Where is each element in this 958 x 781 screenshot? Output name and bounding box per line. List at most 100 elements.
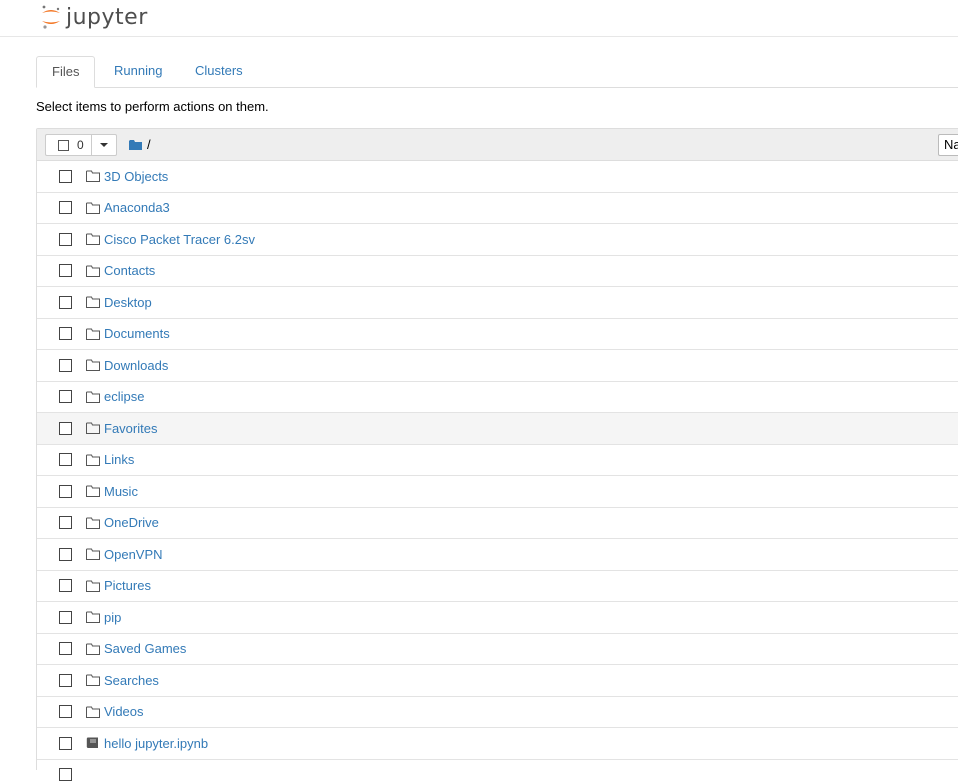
file-list-header: 0 / Na — [37, 129, 958, 161]
item-name-link[interactable]: Saved Games — [104, 641, 186, 656]
item-name-link[interactable]: Searches — [104, 673, 159, 688]
item-name-link[interactable]: 3D Objects — [104, 169, 168, 184]
file-list: 0 / Na 3D Objects Anaconda3 Cisco Packet T… — [36, 128, 958, 781]
item-checkbox[interactable] — [59, 673, 72, 687]
item-checkbox[interactable] — [59, 295, 72, 309]
folder-icon — [86, 359, 100, 372]
list-item[interactable]: Searches — [37, 665, 958, 697]
folder-icon — [86, 170, 100, 183]
list-item[interactable]: hello jupyter.ipynb — [37, 728, 958, 760]
item-name-link[interactable]: Links — [104, 452, 134, 467]
list-item[interactable]: Cisco Packet Tracer 6.2sv — [37, 224, 958, 256]
top-header: jupyter — [0, 0, 958, 37]
tab-bar: Files Running Clusters — [36, 56, 958, 88]
item-name-link[interactable]: OneDrive — [104, 515, 159, 530]
notebook-icon — [86, 737, 98, 749]
item-name-link[interactable]: pip — [104, 610, 121, 625]
item-name-link[interactable]: Videos — [104, 704, 144, 719]
list-item[interactable]: Favorites — [37, 413, 958, 445]
list-item[interactable]: Music — [37, 476, 958, 508]
item-name-link[interactable]: eclipse — [104, 389, 144, 404]
jupyter-logo-icon — [42, 5, 60, 29]
item-name-link[interactable]: Favorites — [104, 421, 157, 436]
select-dropdown-button[interactable] — [92, 135, 116, 155]
breadcrumb[interactable]: / — [129, 137, 151, 152]
list-item[interactable]: Desktop — [37, 287, 958, 319]
item-checkbox[interactable] — [59, 327, 72, 341]
item-name-link[interactable]: Documents — [104, 326, 170, 341]
instructions-text: Select items to perform actions on them. — [36, 99, 269, 114]
file-rows: 3D Objects Anaconda3 Cisco Packet Tracer 6… — [37, 161, 958, 781]
item-checkbox[interactable] — [59, 579, 72, 593]
folder-icon — [86, 706, 100, 718]
item-checkbox[interactable] — [59, 547, 72, 561]
item-checkbox[interactable] — [59, 516, 72, 530]
folder-icon — [86, 580, 100, 592]
select-all-checkbox[interactable] — [58, 139, 69, 151]
jupyter-logo[interactable]: jupyter — [40, 3, 148, 31]
folder-icon — [86, 328, 100, 340]
folder-icon — [86, 643, 100, 655]
folder-icon — [86, 517, 100, 529]
folder-icon — [86, 391, 100, 403]
list-item[interactable]: OpenVPN — [37, 539, 958, 571]
item-checkbox[interactable] — [59, 264, 72, 278]
list-item[interactable]: pip — [37, 602, 958, 634]
folder-icon — [86, 454, 100, 466]
item-checkbox[interactable] — [59, 390, 72, 404]
item-checkbox[interactable] — [59, 736, 72, 750]
item-name-link[interactable]: Music — [104, 484, 138, 499]
item-checkbox[interactable] — [59, 201, 72, 215]
folder-icon — [86, 202, 100, 214]
list-item[interactable]: Documents — [37, 319, 958, 350]
selected-count: 0 — [77, 138, 84, 152]
item-checkbox — [59, 767, 72, 781]
item-name-link[interactable]: Anaconda3 — [104, 200, 170, 215]
item-checkbox[interactable] — [59, 421, 72, 435]
item-name-link[interactable]: Cisco Packet Tracer 6.2sv — [104, 232, 255, 247]
folder-icon — [86, 233, 100, 246]
tab-files[interactable]: Files — [36, 56, 96, 88]
item-checkbox[interactable] — [59, 169, 72, 183]
folder-icon — [86, 548, 100, 561]
folder-icon — [86, 296, 100, 309]
item-checkbox[interactable] — [59, 358, 72, 372]
select-all-group: 0 — [45, 134, 117, 156]
item-checkbox[interactable] — [59, 232, 72, 246]
item-checkbox[interactable] — [59, 705, 72, 719]
list-item[interactable]: Contacts — [37, 256, 958, 287]
folder-icon — [86, 611, 100, 624]
list-item[interactable]: Anaconda3 — [37, 193, 958, 224]
item-checkbox[interactable] — [59, 484, 72, 498]
folder-icon — [86, 485, 100, 498]
folder-icon — [86, 265, 100, 277]
list-item[interactable]: eclipse — [37, 382, 958, 413]
item-checkbox[interactable] — [59, 642, 72, 656]
list-item[interactable]: Downloads — [37, 350, 958, 382]
folder-icon — [86, 422, 100, 435]
list-item[interactable]: Saved Games — [37, 634, 958, 665]
list-item-partial — [37, 760, 958, 781]
list-item[interactable]: 3D Objects — [37, 161, 958, 193]
item-name-link[interactable]: OpenVPN — [104, 547, 163, 562]
item-name-link[interactable]: Pictures — [104, 578, 151, 593]
caret-down-icon — [99, 143, 108, 147]
item-name-link[interactable]: Contacts — [104, 263, 155, 278]
item-checkbox[interactable] — [59, 453, 72, 467]
tab-running[interactable]: Running — [99, 56, 177, 86]
list-item[interactable]: Links — [37, 445, 958, 476]
select-all-toggle[interactable]: 0 — [46, 135, 92, 155]
item-checkbox[interactable] — [59, 610, 72, 624]
list-item[interactable]: Videos — [37, 697, 958, 728]
breadcrumb-path[interactable]: / — [147, 137, 151, 152]
item-name-link[interactable]: hello jupyter.ipynb — [104, 736, 208, 751]
item-name-link[interactable]: Desktop — [104, 295, 152, 310]
item-name-link[interactable]: Downloads — [104, 358, 168, 373]
folder-solid-icon — [129, 139, 142, 150]
list-item[interactable]: Pictures — [37, 571, 958, 602]
tab-clusters[interactable]: Clusters — [180, 56, 258, 86]
sort-select[interactable]: Na — [938, 134, 958, 156]
list-item[interactable]: OneDrive — [37, 508, 958, 539]
folder-icon — [86, 674, 100, 687]
logo-text: jupyter — [66, 4, 148, 30]
